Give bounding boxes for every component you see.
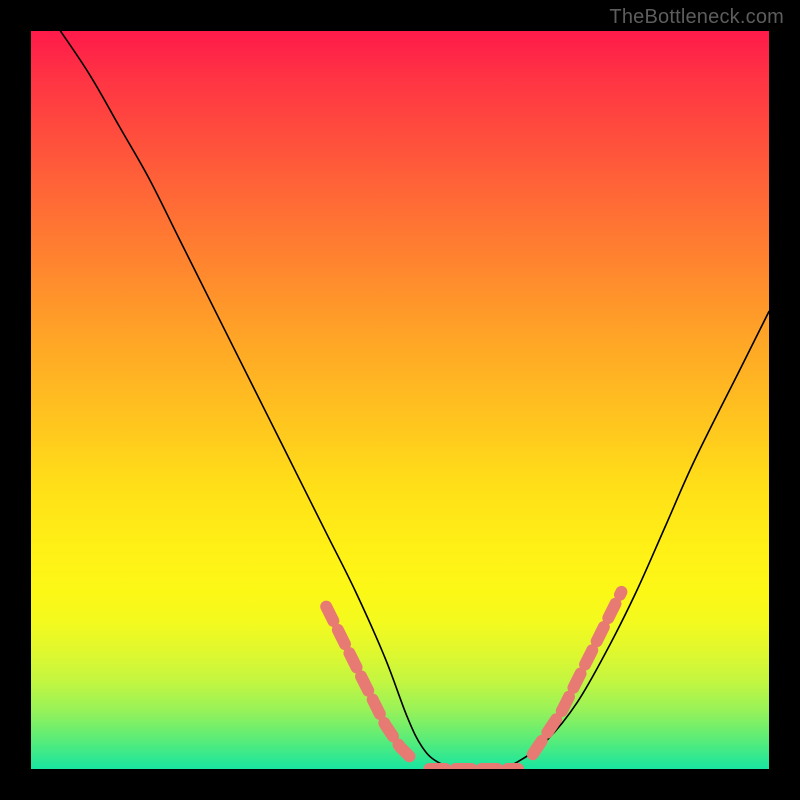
curve-layer	[31, 31, 769, 769]
plot-area	[31, 31, 769, 769]
highlight-segment	[533, 592, 622, 754]
highlight-segment	[326, 607, 415, 762]
highlight-group	[326, 592, 621, 769]
chart-frame: TheBottleneck.com	[0, 0, 800, 800]
main-curve	[61, 31, 770, 769]
attribution-text: TheBottleneck.com	[609, 6, 784, 29]
